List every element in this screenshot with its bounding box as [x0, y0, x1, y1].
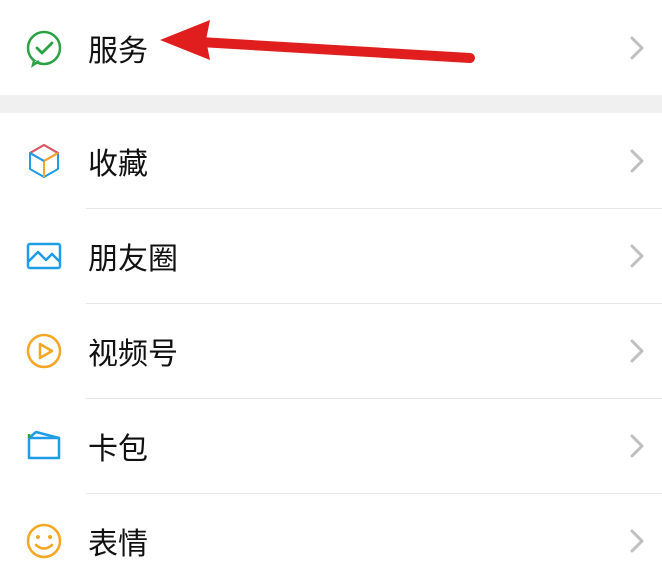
chevron-right-icon — [628, 242, 646, 270]
row-label: 卡包 — [88, 424, 628, 468]
row-stickers[interactable]: 表情 — [0, 493, 662, 588]
chevron-right-icon — [628, 432, 646, 460]
row-favorites[interactable]: 收藏 — [0, 113, 662, 208]
play-circle-icon — [22, 329, 66, 373]
section-gap — [0, 95, 662, 113]
row-moments[interactable]: 朋友圈 — [0, 208, 662, 303]
chevron-right-icon — [628, 337, 646, 365]
row-label: 视频号 — [88, 329, 628, 373]
row-channels[interactable]: 视频号 — [0, 303, 662, 398]
settings-group-1: 服务 — [0, 0, 662, 95]
row-label: 表情 — [88, 519, 628, 563]
row-cards[interactable]: 卡包 — [0, 398, 662, 493]
row-services[interactable]: 服务 — [0, 0, 662, 95]
chevron-right-icon — [628, 34, 646, 62]
checkmark-bubble-icon — [22, 26, 66, 70]
chevron-right-icon — [628, 147, 646, 175]
cube-icon — [22, 139, 66, 183]
row-label: 朋友圈 — [88, 234, 628, 278]
smiley-icon — [22, 519, 66, 563]
chevron-right-icon — [628, 527, 646, 555]
settings-group-2: 收藏 朋友圈 视频号 — [0, 113, 662, 588]
card-folder-icon — [22, 424, 66, 468]
row-label: 服务 — [88, 26, 628, 70]
row-label: 收藏 — [88, 139, 628, 183]
picture-icon — [22, 234, 66, 278]
